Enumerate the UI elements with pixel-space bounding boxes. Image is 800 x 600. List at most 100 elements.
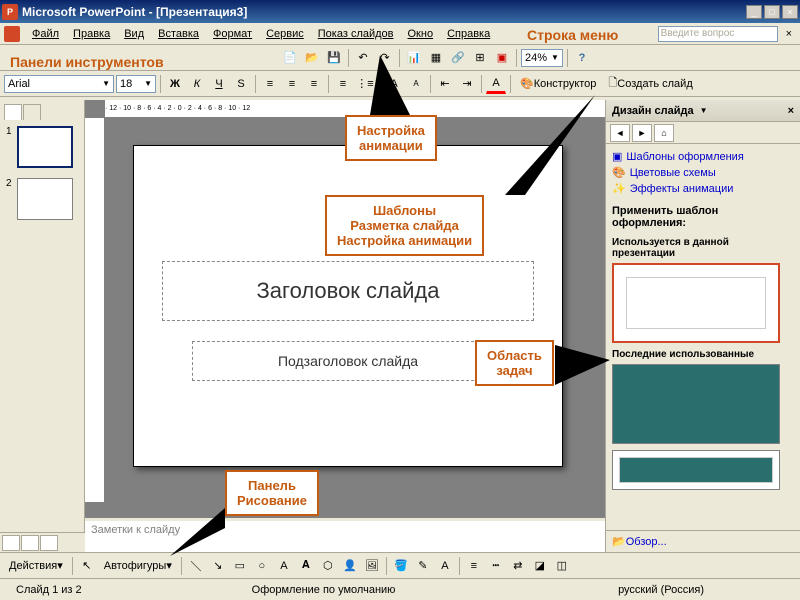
notes-pane[interactable]: Заметки к слайду <box>85 518 605 552</box>
maximize-button[interactable]: □ <box>764 5 780 19</box>
menu-slideshow[interactable]: Показ слайдов <box>312 26 400 42</box>
callout-arrow-4 <box>170 508 230 558</box>
help-button[interactable]: ? <box>572 48 592 68</box>
workspace: 1 2 · 12 · 10 · 8 · 6 · 4 · 2 · 0 · 2 · … <box>0 100 800 552</box>
align-left-button[interactable]: ≡ <box>260 74 280 94</box>
shadow-style-button[interactable]: ◪ <box>530 556 550 576</box>
callout-arrow-2 <box>505 95 605 205</box>
show-button[interactable]: ▣ <box>492 48 512 68</box>
callout-templates: Шаблоны Разметка слайда Настройка анимац… <box>325 195 484 256</box>
new-slide-button[interactable]: 🗋 Создать слайд <box>603 74 697 94</box>
increase-indent-button[interactable]: ⇥ <box>457 74 477 94</box>
align-center-button[interactable]: ≡ <box>282 74 302 94</box>
annotation-menu-row: Строка меню <box>527 27 618 43</box>
menu-insert[interactable]: Вставка <box>152 26 205 42</box>
line-style-button[interactable]: ≡ <box>464 556 484 576</box>
taskpane-close-button[interactable]: × <box>788 105 794 117</box>
italic-button[interactable]: К <box>187 74 207 94</box>
select-tool[interactable]: ↖ <box>77 556 97 576</box>
font-color-button[interactable]: A <box>486 74 506 94</box>
slide-thumb-1[interactable]: 1 <box>4 124 80 170</box>
expand-button[interactable]: ⊞ <box>470 48 490 68</box>
title-placeholder[interactable]: Заголовок слайда <box>162 261 534 321</box>
menu-tools[interactable]: Сервис <box>260 26 310 42</box>
apply-template-label: Применить шаблон оформления: <box>606 201 800 233</box>
help-search-input[interactable]: Введите вопрос <box>658 26 778 42</box>
menubar: Файл Правка Вид Вставка Формат Сервис По… <box>0 23 800 45</box>
fill-color-button[interactable]: 🪣 <box>391 556 411 576</box>
autoshapes-menu[interactable]: Автофигуры ▾ <box>99 556 177 576</box>
font-size-combo[interactable]: 18▼ <box>116 75 156 93</box>
textbox-tool[interactable]: A <box>274 556 294 576</box>
oval-tool[interactable]: ○ <box>252 556 272 576</box>
designer-button[interactable]: 🎨 Конструктор <box>515 74 601 94</box>
bold-button[interactable]: Ж <box>165 74 185 94</box>
taskpane-dropdown-icon[interactable]: ▼ <box>700 106 708 115</box>
slide-canvas[interactable]: Заголовок слайда Подзаголовок слайда <box>133 145 563 467</box>
rectangle-tool[interactable]: ▭ <box>230 556 250 576</box>
line-color-button[interactable]: ✎ <box>413 556 433 576</box>
link-design-templates[interactable]: ▣ Шаблоны оформления <box>612 150 794 163</box>
menu-help[interactable]: Справка <box>441 26 496 42</box>
shadow-button[interactable]: S <box>231 74 251 94</box>
font-name-combo[interactable]: Arial▼ <box>4 75 114 93</box>
menu-format[interactable]: Формат <box>207 26 258 42</box>
menu-file[interactable]: Файл <box>26 26 65 42</box>
status-bar: Слайд 1 из 2 Оформление по умолчанию рус… <box>0 578 800 600</box>
slide-thumb-2[interactable]: 2 <box>4 176 80 222</box>
link-color-schemes[interactable]: 🎨 Цветовые схемы <box>612 166 794 179</box>
vertical-ruler <box>85 118 105 502</box>
slideshow-view-button[interactable] <box>40 535 58 551</box>
template-recent-1[interactable] <box>612 364 780 444</box>
close-button[interactable]: × <box>782 5 798 19</box>
template-recent-2[interactable] <box>612 450 780 490</box>
taskpane-home-button[interactable]: ⌂ <box>654 124 674 142</box>
save-button[interactable]: 💾 <box>324 48 344 68</box>
line-tool[interactable]: ＼ <box>186 556 206 576</box>
underline-button[interactable]: Ч <box>209 74 229 94</box>
mdi-close-icon[interactable]: × <box>782 28 796 40</box>
align-right-button[interactable]: ≡ <box>304 74 324 94</box>
minimize-button[interactable]: _ <box>746 5 762 19</box>
numbering-button[interactable]: ≡ <box>333 74 353 94</box>
decrease-indent-button[interactable]: ⇤ <box>435 74 455 94</box>
actions-menu[interactable]: Действия ▾ <box>4 556 68 576</box>
3d-style-button[interactable]: ◫ <box>552 556 572 576</box>
wordart-tool[interactable]: 𝐀 <box>296 556 316 576</box>
diagram-tool[interactable]: ⬡ <box>318 556 338 576</box>
taskpane-forward-button[interactable]: ► <box>632 124 652 142</box>
template-current[interactable] <box>612 263 780 343</box>
taskpane-back-button[interactable]: ◄ <box>610 124 630 142</box>
picture-tool[interactable]: 🖼 <box>362 556 382 576</box>
taskpane-header: Дизайн слайда ▼ × <box>606 100 800 122</box>
annotation-toolbars: Панели инструментов <box>10 54 164 70</box>
group-recent: Последние использованные <box>612 349 794 360</box>
menu-edit[interactable]: Правка <box>67 26 116 42</box>
font-color-draw-button[interactable]: A <box>435 556 455 576</box>
link-animation-effects[interactable]: ✨ Эффекты анимации <box>612 182 794 195</box>
arrow-style-button[interactable]: ⇄ <box>508 556 528 576</box>
dash-style-button[interactable]: ┅ <box>486 556 506 576</box>
callout-animation-setup: Настройка анимации <box>345 115 437 161</box>
sorter-view-button[interactable] <box>21 535 39 551</box>
template-list: Используется в данной презентации Послед… <box>606 233 800 530</box>
slides-tab[interactable] <box>23 104 41 120</box>
arrow-tool[interactable]: ↘ <box>208 556 228 576</box>
clipart-tool[interactable]: 👤 <box>340 556 360 576</box>
outline-tab[interactable] <box>4 104 22 120</box>
subtitle-placeholder[interactable]: Подзаголовок слайда <box>192 341 504 381</box>
new-button[interactable]: 📄 <box>280 48 300 68</box>
menu-view[interactable]: Вид <box>118 26 150 42</box>
status-design: Оформление по умолчанию <box>242 584 406 596</box>
callout-arrow-3 <box>555 345 615 385</box>
zoom-combo[interactable]: 24%▼ <box>521 49 563 67</box>
callout-task-area: Область задач <box>475 340 554 386</box>
browse-icon: 📂 <box>612 535 626 548</box>
hyperlink-button[interactable]: 🔗 <box>448 48 468 68</box>
menu-window[interactable]: Окно <box>402 26 440 42</box>
open-button[interactable]: 📂 <box>302 48 322 68</box>
task-pane: Дизайн слайда ▼ × ◄ ► ⌂ ▣ Шаблоны оформл… <box>605 100 800 552</box>
browse-link[interactable]: Обзор... <box>626 536 667 548</box>
normal-view-button[interactable] <box>2 535 20 551</box>
group-current: Используется в данной презентации <box>612 237 794 259</box>
